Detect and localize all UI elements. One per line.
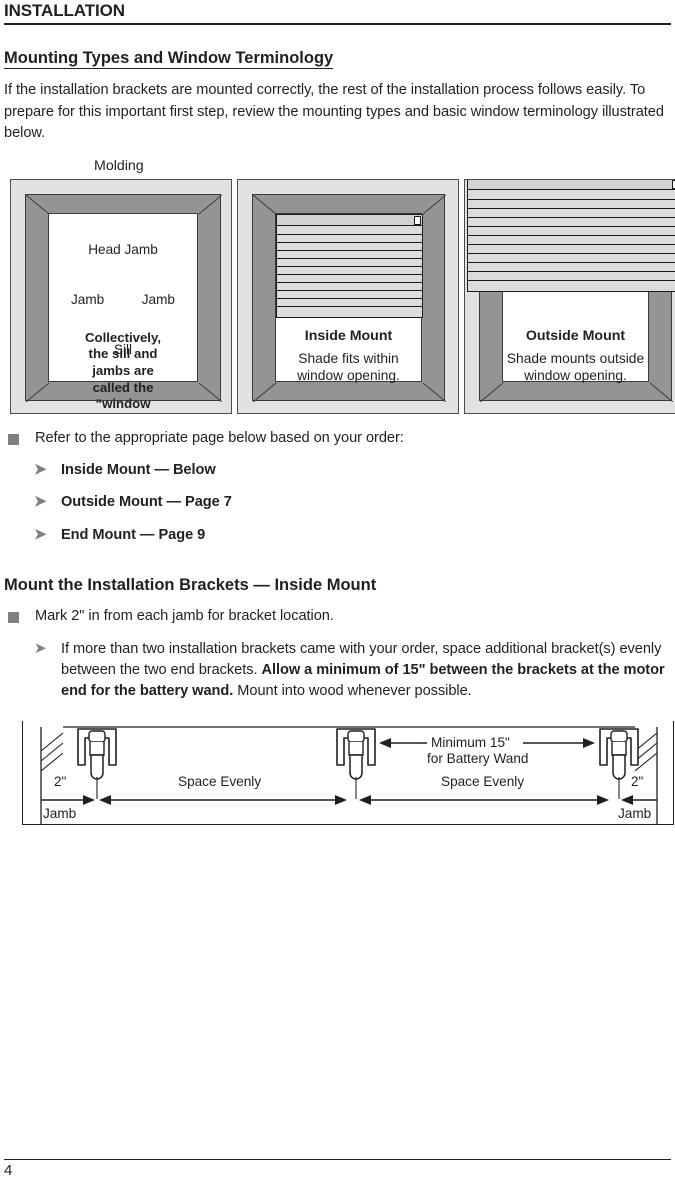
section-intro-paragraph: If the installation brackets are mounted… <box>4 81 664 142</box>
inside-mount-title: Inside Mount <box>304 327 393 344</box>
refer-list-lead: Refer to the appropriate page below base… <box>4 428 671 449</box>
minimum-15-label-line1: Minimum 15" <box>431 734 510 750</box>
shade-inside-mount <box>276 213 423 318</box>
outside-mount-title: Outside Mount <box>525 327 626 344</box>
label-head-jamb: Head Jamb <box>88 241 158 257</box>
dimension-label-space-evenly-left: Space Evenly <box>178 773 262 789</box>
running-head: INSTALLATION <box>4 0 671 25</box>
refer-list-item-end-mount[interactable]: ➤ End Mount — Page 9 <box>4 525 671 546</box>
refer-list: Refer to the appropriate page below base… <box>4 428 671 546</box>
label-jamb-left: Jamb <box>71 291 105 307</box>
arrow-bullet-icon: ➤ <box>34 639 47 657</box>
refer-list-item-label: Inside Mount — Below <box>61 461 216 478</box>
panel-window-terminology: Head Jamb Jamb Jamb Collectively, the si… <box>10 178 232 414</box>
square-bullet-icon <box>8 433 19 445</box>
dimension-label-left-2in: 2" <box>54 773 67 789</box>
arrow-bullet-icon: ➤ <box>34 460 47 478</box>
dimension-label-space-evenly-right: Space Evenly <box>441 773 525 789</box>
shade-slats <box>468 180 675 291</box>
window-opening: Head Jamb Jamb Jamb Collectively, the si… <box>48 212 198 411</box>
jamb-label-right: Jamb <box>618 805 652 821</box>
glass-hatch-left <box>40 732 64 772</box>
page-number: 4 <box>4 1161 13 1179</box>
refer-list-lead-text: Refer to the appropriate page below base… <box>35 429 404 446</box>
brackets-sub-bullet: ➤ If more than two installation brackets… <box>4 639 671 703</box>
label-jamb-right: Jamb <box>141 291 175 307</box>
molding-label: Molding <box>94 157 144 174</box>
inside-mount-description: Shade fits within window opening. <box>297 350 400 383</box>
bracket-placement-diagram: 2" Space Evenly Space Evenly 2" Minimum … <box>4 720 674 825</box>
section-heading: Mounting Types and Window Terminology <box>4 49 334 69</box>
inside-mount-caption: Inside Mount Shade fits within window op… <box>283 328 414 384</box>
jamb-label-left: Jamb <box>43 805 77 821</box>
brackets-section-heading: Mount the Installation Brackets — Inside… <box>4 576 377 595</box>
outside-mount-description: Shade mounts outside window opening. <box>506 350 645 383</box>
installation-bracket-middle <box>336 728 376 799</box>
label-sill: Sill <box>113 341 133 357</box>
mounting-types-diagram: Molding Head Jamb Jamb Jamb Collectively… <box>4 157 675 414</box>
brackets-sub-bullet-part2: Mount into wood whenever possible. <box>233 683 472 700</box>
dimension-label-right-2in: 2" <box>631 773 644 789</box>
refer-list-item-outside-mount[interactable]: ➤ Outside Mount — Page 7 <box>4 492 671 513</box>
shade-slats <box>277 215 422 317</box>
manual-page: INSTALLATION Mounting Types and Window T… <box>0 0 675 1185</box>
section-heading-wrapper: Mounting Types and Window Terminology <box>4 25 671 69</box>
panel-outside-mount: Outside Mount Shade mounts outside windo… <box>464 178 675 414</box>
arrow-bullet-icon: ➤ <box>34 493 47 511</box>
shade-outside-mount <box>467 179 675 292</box>
brackets-bullet-mark: Mark 2" in from each jamb for bracket lo… <box>4 606 671 627</box>
window-casement-frame: Head Jamb Jamb Jamb Collectively, the si… <box>25 193 222 411</box>
square-bullet-icon <box>8 612 19 624</box>
outside-mount-caption: Outside Mount Shade mounts outside windo… <box>504 328 647 384</box>
refer-list-item-inside-mount[interactable]: ➤ Inside Mount — Below <box>4 460 671 481</box>
refer-list-item-label: Outside Mount — Page 7 <box>61 494 232 511</box>
minimum-15-label-line2: for Battery Wand <box>427 750 529 766</box>
bracket-diagram-frame: 2" Space Evenly Space Evenly 2" Minimum … <box>22 720 674 825</box>
bracket-diagram-graphics <box>40 726 658 825</box>
dimension-line-row <box>41 794 657 805</box>
inside-mount-casement: Inside Mount Shade fits within window op… <box>252 193 446 402</box>
installation-bracket-left <box>77 728 117 799</box>
page-footer: 4 <box>4 1158 671 1180</box>
brackets-bullet-text: Mark 2" in from each jamb for bracket lo… <box>35 608 334 625</box>
panel-inside-mount: Inside Mount Shade fits within window op… <box>237 178 459 414</box>
refer-list-item-label: End Mount — Page 9 <box>61 526 206 543</box>
arrow-bullet-icon: ➤ <box>34 525 47 543</box>
